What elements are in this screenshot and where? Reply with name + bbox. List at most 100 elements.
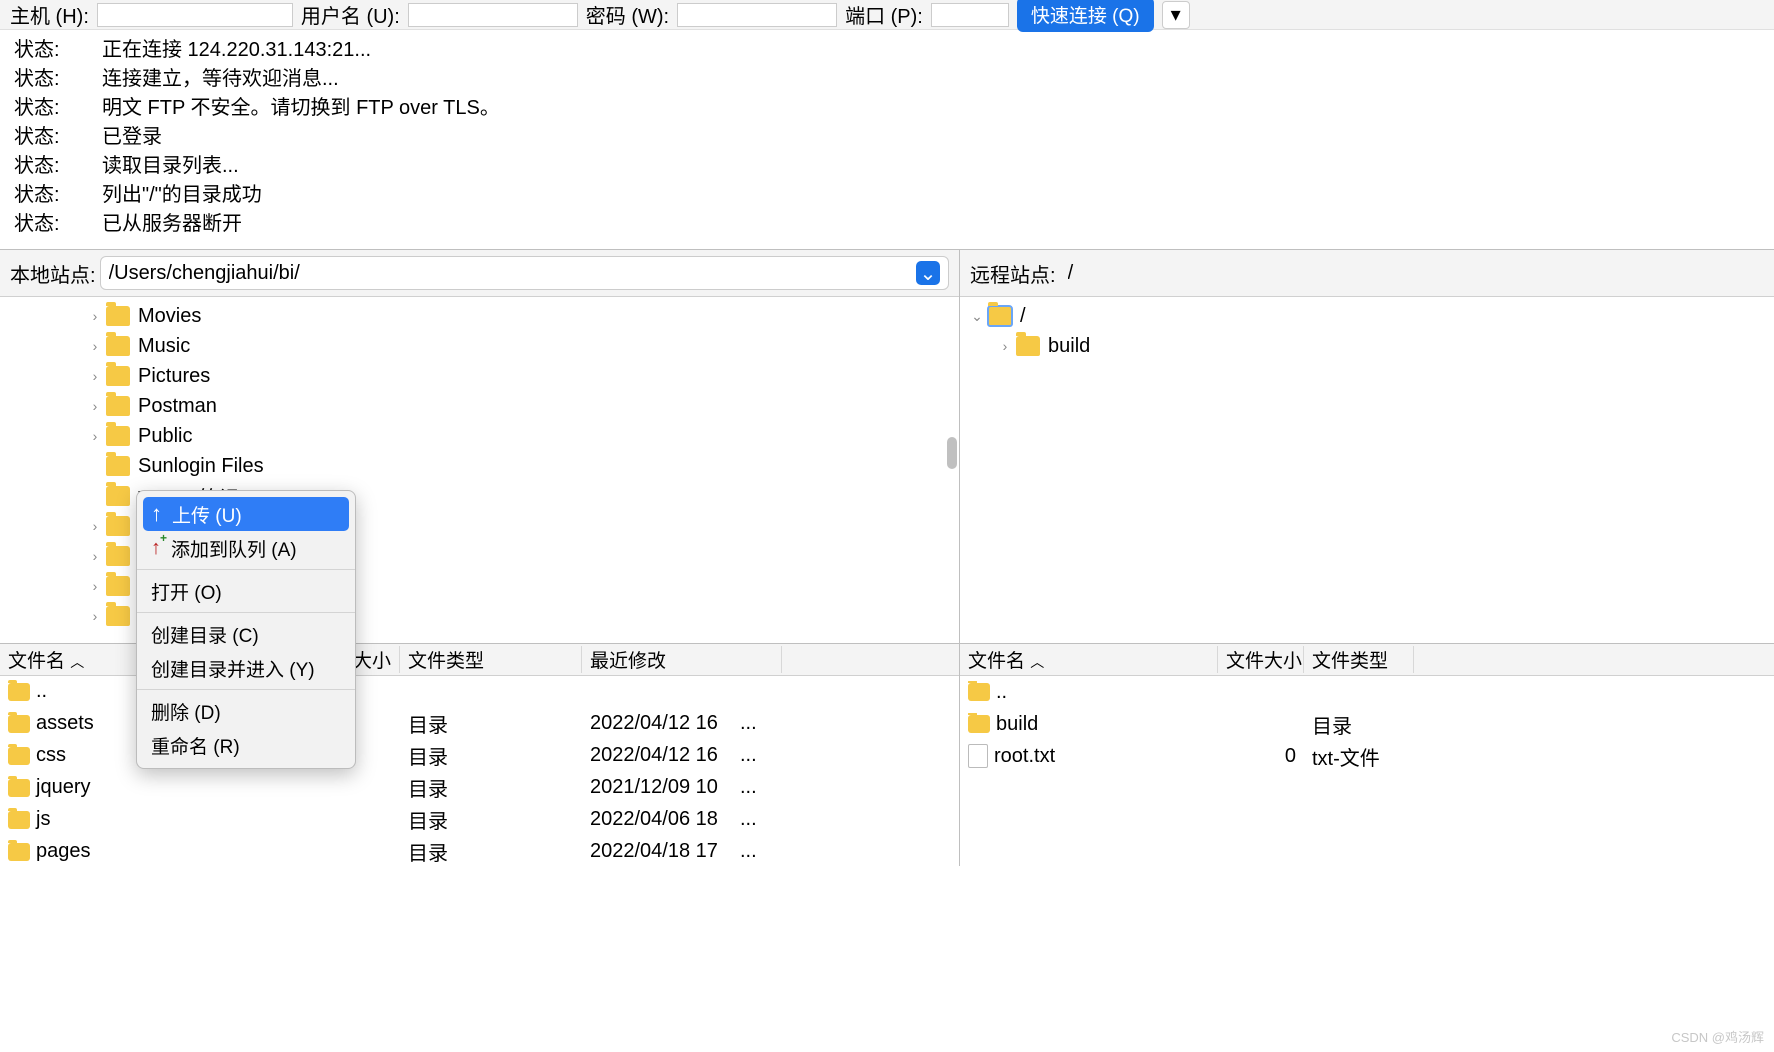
local-path-combo[interactable]: ⌄ [100, 256, 949, 290]
local-path-input[interactable] [109, 262, 916, 285]
tree-item[interactable]: › Movies [0, 301, 959, 331]
folder-icon [8, 683, 30, 701]
expander-icon[interactable]: › [88, 368, 102, 384]
list-item[interactable]: .. [960, 676, 1774, 708]
tree-item[interactable]: › Public [0, 421, 959, 451]
folder-icon [106, 606, 130, 626]
connect-history-dropdown[interactable]: ▾ [1162, 1, 1190, 29]
log-label: 状态: [14, 152, 102, 181]
menu-delete[interactable]: 删除 (D) [137, 694, 355, 728]
expander-icon[interactable]: › [88, 548, 102, 564]
menu-open[interactable]: 打开 (O) [137, 574, 355, 608]
list-item[interactable]: pages目录2022/04/18 17... [0, 836, 959, 866]
log-label: 状态: [14, 65, 102, 94]
file-name: .. [36, 680, 47, 703]
log-label: 状态: [14, 94, 102, 123]
tree-item-label: Pictures [138, 365, 210, 388]
expander-icon[interactable]: › [88, 428, 102, 444]
file-name: css [36, 744, 66, 767]
scrollbar-thumb[interactable] [947, 437, 957, 469]
file-more: ... [732, 840, 762, 863]
list-item[interactable]: jquery目录2021/12/09 10... [0, 772, 959, 804]
log-message: 列出"/"的目录成功 [102, 181, 262, 210]
tree-item-label: / [1020, 305, 1026, 328]
list-item[interactable]: root.txt0txt-文件 [960, 740, 1774, 772]
log-message: 正在连接 124.220.31.143:21... [102, 36, 371, 65]
file-type: txt-文件 [1304, 742, 1414, 771]
chevron-down-icon[interactable]: ⌄ [916, 261, 940, 285]
folder-icon [106, 306, 130, 326]
folder-icon [106, 426, 130, 446]
col-filename[interactable]: 文件名 ︿ [960, 646, 1218, 673]
folder-icon [106, 546, 130, 566]
file-type: 目录 [400, 805, 582, 834]
col-type[interactable]: 文件类型 [1304, 646, 1414, 673]
file-type: 目录 [400, 709, 582, 738]
remote-list-header[interactable]: 文件名 ︿ 文件大小 文件类型 [960, 644, 1774, 676]
menu-separator [137, 612, 355, 613]
menu-mkdir-enter[interactable]: 创建目录并进入 (Y) [137, 651, 355, 685]
local-site-label: 本地站点: [10, 259, 96, 288]
file-more: ... [732, 776, 762, 799]
watermark: CSDN @鸡汤辉 [1671, 1027, 1764, 1046]
tree-item[interactable]: Sunlogin Files [0, 451, 959, 481]
folder-icon [8, 747, 30, 765]
file-more: ... [732, 744, 762, 767]
tree-item[interactable]: ›build [960, 331, 1774, 361]
tree-item-label: Public [138, 425, 192, 448]
remote-list-body[interactable]: ..build目录root.txt0txt-文件 [960, 676, 1774, 772]
password-input[interactable] [677, 3, 837, 27]
expander-icon[interactable]: › [88, 608, 102, 624]
file-modified: 2022/04/12 16 [582, 712, 732, 735]
menu-upload[interactable]: ↑ 上传 (U) [143, 497, 349, 531]
folder-icon [106, 486, 130, 506]
col-modified[interactable]: 最近修改 [582, 646, 782, 673]
menu-add-queue[interactable]: ↑ 添加到队列 (A) [137, 531, 355, 565]
log-message: 读取目录列表... [102, 152, 239, 181]
expander-icon[interactable]: › [88, 338, 102, 354]
upload-icon: ↑ [151, 501, 162, 527]
expander-icon[interactable]: › [88, 308, 102, 324]
col-size[interactable]: 文件大小 [1218, 646, 1304, 673]
expander-icon[interactable]: › [998, 338, 1012, 354]
folder-icon [106, 336, 130, 356]
port-input[interactable] [931, 3, 1009, 27]
expander-icon[interactable]: ⌄ [970, 308, 984, 325]
port-label: 端口 (P): [845, 0, 923, 29]
chevron-down-icon: ▾ [1171, 2, 1181, 27]
tree-item-label: Movies [138, 305, 201, 328]
local-path-bar: 本地站点: ⌄ [0, 250, 959, 297]
connection-bar: 主机 (H): 用户名 (U): 密码 (W): 端口 (P): 快速连接 (Q… [0, 0, 1774, 30]
tree-item[interactable]: ›Music [0, 331, 959, 361]
log-message: 连接建立，等待欢迎消息... [102, 65, 339, 94]
file-type: 目录 [400, 773, 582, 802]
tree-item[interactable]: › Pictures [0, 361, 959, 391]
menu-label: 添加到队列 (A) [171, 535, 297, 562]
quick-connect-button[interactable]: 快速连接 (Q) [1017, 0, 1154, 32]
tree-item[interactable]: ⌄/ [960, 301, 1774, 331]
tree-item-label: Postman [138, 395, 217, 418]
tree-item[interactable]: › Postman [0, 391, 959, 421]
expander-icon[interactable]: › [88, 398, 102, 414]
menu-label: 创建目录并进入 (Y) [151, 655, 315, 682]
menu-mkdir[interactable]: 创建目录 (C) [137, 617, 355, 651]
tree-item-label: Sunlogin Files [138, 455, 264, 478]
file-size: 0 [1218, 745, 1304, 768]
list-item[interactable]: build目录 [960, 708, 1774, 740]
remote-tree[interactable]: ⌄/›build [960, 297, 1774, 643]
host-label: 主机 (H): [10, 0, 89, 29]
remote-path-input[interactable] [1068, 262, 1756, 285]
host-input[interactable] [97, 3, 293, 27]
menu-label: 上传 (U) [172, 501, 242, 528]
menu-separator [137, 689, 355, 690]
user-input[interactable] [408, 3, 578, 27]
col-type[interactable]: 文件类型 [400, 646, 582, 673]
remote-path-combo[interactable] [1060, 256, 1764, 290]
file-name: build [996, 713, 1038, 736]
list-item[interactable]: js目录2022/04/06 18... [0, 804, 959, 836]
log-message: 明文 FTP 不安全。请切换到 FTP over TLS。 [102, 94, 500, 123]
log-label: 状态: [14, 123, 102, 152]
expander-icon[interactable]: › [88, 518, 102, 534]
expander-icon[interactable]: › [88, 578, 102, 594]
menu-rename[interactable]: 重命名 (R) [137, 728, 355, 762]
